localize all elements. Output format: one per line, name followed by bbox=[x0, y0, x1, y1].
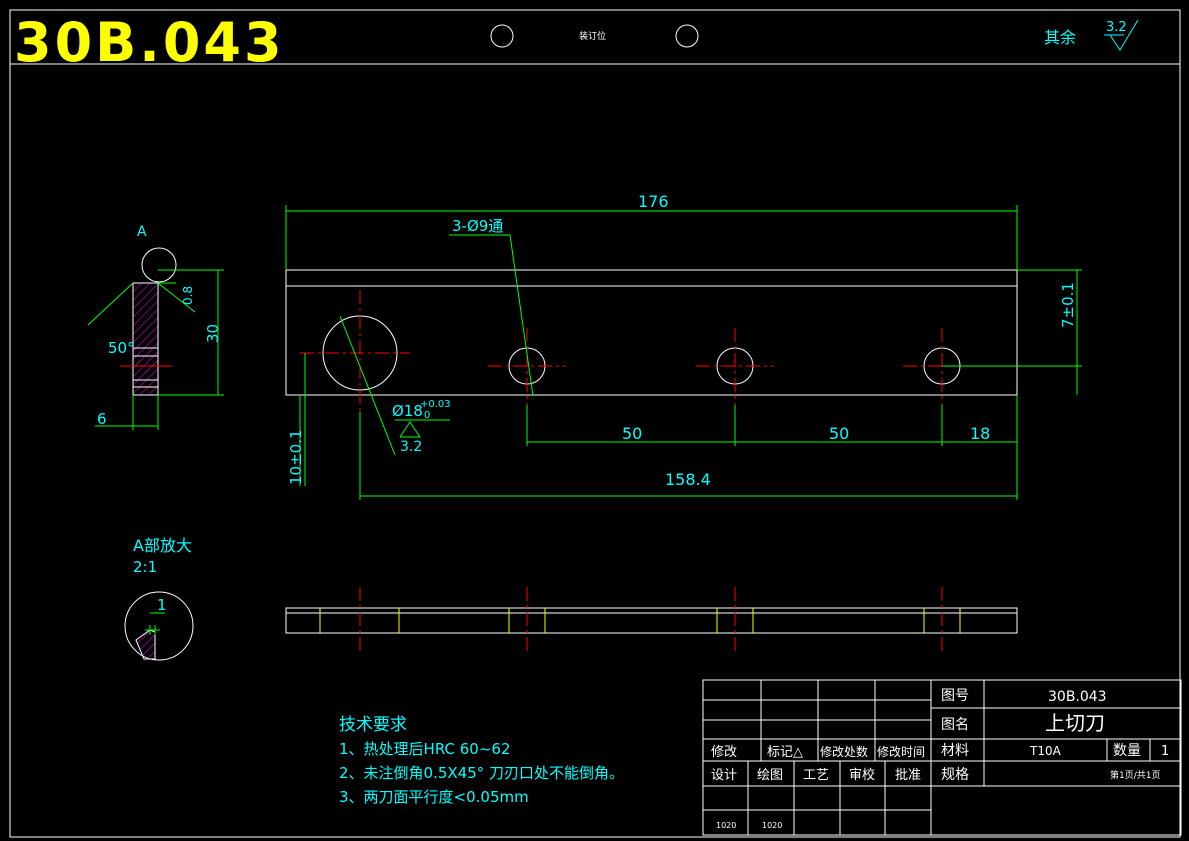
tb-drawing-no-label: 图号 bbox=[941, 688, 969, 704]
enlarge-hatch bbox=[135, 629, 156, 660]
tb-sign-header-1: 设计 bbox=[711, 768, 737, 783]
tb-drawing-no-value: 30B.043 bbox=[1048, 689, 1107, 705]
tb-name-label: 图名 bbox=[941, 717, 969, 733]
angle-50: 50° bbox=[108, 339, 135, 357]
tb-sign-header-3: 工艺 bbox=[803, 768, 829, 783]
tb-sign-value-1: 1020 bbox=[716, 821, 736, 830]
binding-label: 装订位 bbox=[579, 30, 606, 42]
tech-item-1: 1、热处理后HRC 60~62 bbox=[339, 740, 510, 758]
drawing-code-header: 30B.043 bbox=[14, 11, 285, 74]
tb-qty-value: 1 bbox=[1161, 744, 1169, 759]
tech-title: 技术要求 bbox=[339, 715, 407, 735]
binding-hole-left bbox=[490, 24, 514, 48]
tb-sign-header-2: 绘图 bbox=[757, 768, 783, 783]
tech-item-2: 2、未注倒角0.5X45° 刀刃口处不能倒角。 bbox=[339, 764, 624, 782]
dim-vertical-right: 7±0.1 bbox=[1059, 282, 1077, 328]
thickness-6: 6 bbox=[97, 410, 107, 428]
tech-item-3: 3、两刀面平行度<0.05mm bbox=[339, 788, 529, 806]
big-hole-roughness: 3.2 bbox=[400, 439, 422, 455]
dim-vertical-left: 10±0.1 bbox=[287, 429, 305, 485]
section-label-a: A bbox=[137, 224, 147, 240]
main-view bbox=[285, 269, 1018, 396]
enlarge-dim-1: 1 bbox=[157, 596, 167, 614]
remaining-roughness-value: 3.2 bbox=[1106, 20, 1127, 35]
bottom-view-hidden-lines bbox=[319, 608, 961, 633]
tb-page-info: 第1页/共1页 bbox=[1110, 769, 1161, 781]
height-30: 30 bbox=[204, 324, 222, 343]
main-view-centerlines bbox=[300, 290, 981, 412]
drawing-frame bbox=[9, 9, 1181, 838]
dim-spacing-2: 50 bbox=[829, 424, 849, 443]
binding-hole-right bbox=[675, 24, 699, 48]
bottom-view bbox=[285, 607, 1018, 634]
enlarge-title: A部放大 bbox=[133, 536, 192, 555]
drawing-canvas: 30B.043 装订位 其余 3.2 A 50° 0.8 30 6 A部放大 2… bbox=[9, 9, 1182, 838]
tb-sign-value-2: 1020 bbox=[762, 821, 782, 830]
tb-sign-header-5: 批准 bbox=[895, 768, 921, 783]
dim-overall-length: 176 bbox=[638, 192, 669, 211]
tb-spec-label: 规格 bbox=[941, 767, 969, 783]
dim-end-distance: 18 bbox=[970, 424, 990, 443]
remaining-roughness-label: 其余 bbox=[1044, 28, 1076, 47]
tb-name-value: 上切刀 bbox=[1045, 711, 1105, 735]
tb-sign-header-4: 审校 bbox=[849, 767, 875, 783]
tb-material-label: 材料 bbox=[941, 743, 969, 759]
big-hole-tol-lower: 0 bbox=[424, 410, 430, 421]
tb-rev-header-1: 修改 bbox=[711, 745, 737, 760]
enlarge-scale: 2:1 bbox=[133, 558, 157, 576]
dim-hole-span: 158.4 bbox=[665, 470, 711, 489]
tb-rev-header-2: 标记△ bbox=[767, 745, 803, 760]
big-hole-tol-upper: +0.03 bbox=[420, 399, 451, 410]
tb-rev-header-3: 修改处数 bbox=[820, 744, 868, 759]
tb-qty-label: 数量 bbox=[1113, 743, 1141, 759]
hole-callout: 3-Ø9通 bbox=[452, 217, 503, 235]
detail-circle-a bbox=[141, 247, 177, 283]
dim-spacing-1: 50 bbox=[622, 424, 642, 443]
tb-material-value: T10A bbox=[1029, 744, 1062, 758]
bottom-view-centerlines bbox=[359, 587, 943, 652]
big-hole-dia: Ø18 bbox=[392, 402, 423, 420]
tb-rev-header-4: 修改时间 bbox=[877, 744, 925, 759]
chamfer-0-8: 0.8 bbox=[181, 286, 195, 305]
